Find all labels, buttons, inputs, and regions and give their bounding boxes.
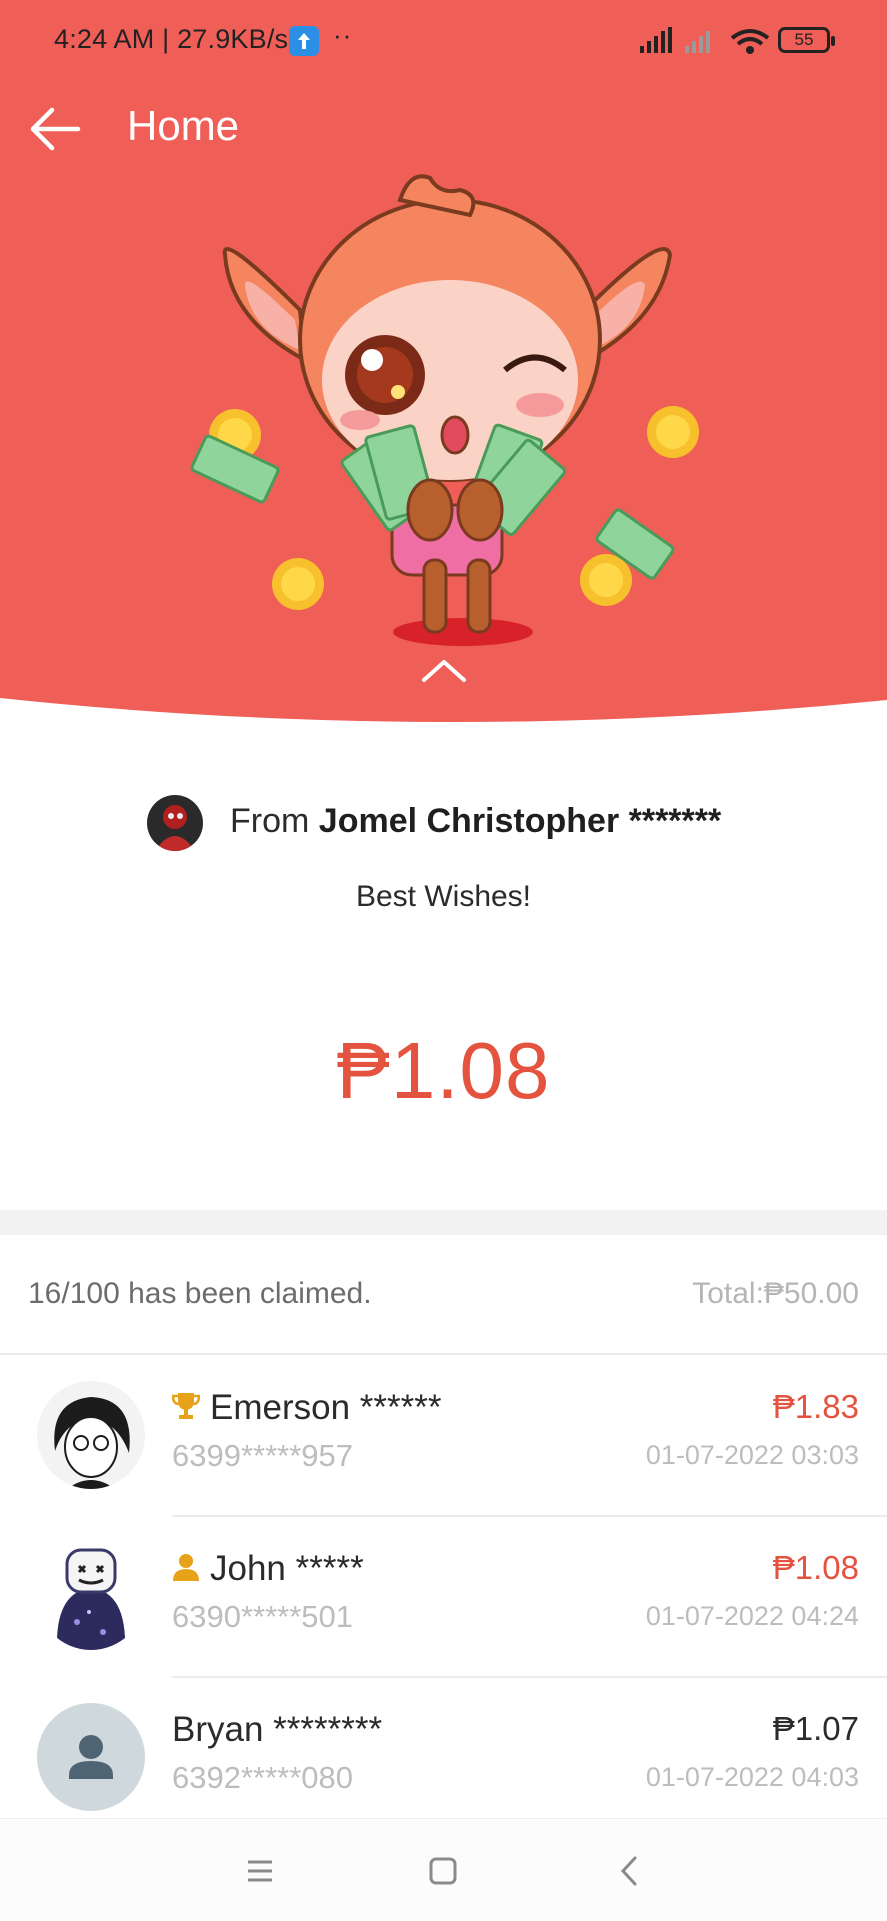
collapse-header-button[interactable] — [414, 650, 474, 690]
greeting-message: Best Wishes! — [355, 880, 532, 913]
claim-row[interactable]: Bryan ******** 6392*****080 ₱1.07 01-07-… — [0, 1678, 887, 1838]
menu-icon — [248, 1860, 272, 1882]
total-amount: Total:₱50.00 — [692, 1277, 859, 1310]
claim-row[interactable]: Emerson ****** 6399*****957 ₱1.83 01-07-… — [0, 1356, 887, 1516]
red-envelope-header: 4:24 AM | 27.9KB/s ·· 55 Home — [0, 0, 887, 740]
back-button[interactable] — [24, 102, 94, 156]
claimer-name: John ***** — [172, 1549, 364, 1591]
claimer-name: Bryan ******** — [172, 1710, 382, 1750]
claim-date: 01-07-2022 03:03 — [645, 1440, 859, 1470]
square-icon — [429, 1857, 457, 1885]
status-bar: 4:24 AM | 27.9KB/s ·· 55 — [0, 0, 887, 80]
system-navigation-bar — [0, 1818, 887, 1921]
claimed-count: 16/100 has been claimed. — [28, 1277, 372, 1310]
app-bar: Home — [0, 92, 887, 164]
home-button[interactable] — [421, 1849, 465, 1893]
more-notifications-icon: ·· — [333, 20, 353, 50]
section-divider — [0, 1210, 887, 1235]
claimer-phone: 6392*****080 — [172, 1760, 354, 1795]
person-icon — [69, 1735, 113, 1779]
page-title: Home — [127, 102, 240, 149]
upload-icon — [289, 26, 319, 56]
claimer-phone: 6399*****957 — [172, 1438, 354, 1473]
claimed-amount: ₱1.83 — [772, 1388, 859, 1425]
trophy-icon — [171, 1390, 201, 1430]
sender-line: From Jomel Christopher ******* — [230, 802, 721, 841]
sender-avatar[interactable] — [147, 795, 203, 851]
battery-icon: 55 — [778, 27, 835, 53]
arrow-left-icon — [30, 107, 81, 151]
status-time: 4:24 AM | 27.9KB/s — [54, 24, 289, 54]
sender-info: From Jomel Christopher ******* — [0, 792, 887, 852]
claimed-amount: ₱1.07 — [772, 1710, 859, 1747]
chevron-up-icon — [422, 660, 466, 682]
recents-button[interactable] — [238, 1849, 282, 1893]
claimer-avatar-placeholder — [37, 1703, 145, 1811]
claimer-avatar — [37, 1381, 145, 1489]
chevron-left-icon — [620, 1856, 637, 1886]
claimer-name-text: John ***** — [210, 1549, 364, 1588]
signal-wifi-icons — [640, 27, 770, 54]
claimer-phone: 6390*****501 — [172, 1599, 354, 1634]
claim-date: 01-07-2022 04:24 — [645, 1601, 859, 1631]
claimer-avatar — [37, 1542, 145, 1650]
claim-row[interactable]: John ***** 6390*****501 ₱1.08 01-07-2022… — [0, 1517, 887, 1677]
received-amount: ₱1.08 — [336, 1026, 551, 1115]
claimer-name-text: Emerson ****** — [210, 1388, 442, 1427]
person-icon — [172, 1551, 200, 1591]
claimer-name: Emerson ****** — [171, 1388, 442, 1430]
divider — [0, 1353, 887, 1355]
claim-summary: 16/100 has been claimed. Total:₱50.00 — [0, 1235, 887, 1353]
system-back-button[interactable] — [608, 1849, 652, 1893]
claimer-name-text: Bryan ******** — [172, 1710, 383, 1749]
sender-name: Jomel Christopher ******* — [318, 802, 722, 840]
claim-date: 01-07-2022 04:03 — [645, 1762, 859, 1792]
sender-prefix: From — [230, 802, 319, 840]
claimed-amount: ₱1.08 — [772, 1549, 859, 1586]
